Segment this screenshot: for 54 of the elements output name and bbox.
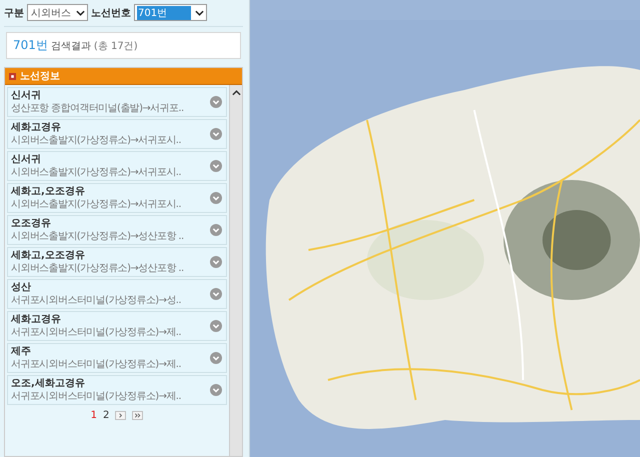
page-link[interactable]: 1 <box>90 410 97 421</box>
route-item[interactable]: 성산 서귀포시외버스터미널(가상정류소)→성.. <box>7 279 227 309</box>
panel-title: 노선정보 <box>20 70 60 83</box>
route-description: 시외버스출발지(가상정류소)→성산포항 .. <box>11 230 185 243</box>
route-description: 서귀포시외버스터미널(가상정류소)→제.. <box>11 390 182 403</box>
expand-icon[interactable] <box>210 256 222 268</box>
route-item[interactable]: 세화고,오조경유 시외버스출발지(가상정류소)→성산포항 .. <box>7 247 227 277</box>
route-description: 서귀포시외버스터미널(가상정류소)→제.. <box>11 358 182 371</box>
expand-icon[interactable] <box>210 384 222 396</box>
route-name: 신서귀 <box>11 89 42 102</box>
route-item[interactable]: 신서귀 성산포항 종합여객터미널(출발)→서귀포.. <box>7 87 227 117</box>
page-link[interactable]: 2 <box>103 410 110 421</box>
route-number-label: 노선번호 <box>91 6 131 20</box>
route-description: 서귀포시외버스터미널(가상정류소)→성.. <box>11 294 182 307</box>
route-description: 서귀포시외버스터미널(가상정류소)→제.. <box>11 326 182 339</box>
route-description: 시외버스출발지(가상정류소)→서귀포시.. <box>11 166 182 179</box>
route-name: 제주 <box>11 345 32 358</box>
route-item[interactable]: 세화고경유 서귀포시외버스터미널(가상정류소)→제.. <box>7 311 227 341</box>
next-page-icon[interactable] <box>115 411 126 420</box>
route-description: 성산포항 종합여객터미널(출발)→서귀포.. <box>11 102 185 115</box>
expand-icon[interactable] <box>210 192 222 204</box>
route-description: 시외버스출발지(가상정류소)→서귀포시.. <box>11 134 182 147</box>
result-route: 701번 <box>13 37 48 54</box>
expand-icon[interactable] <box>210 96 222 108</box>
route-name: 세화고,오조경유 <box>11 249 86 262</box>
route-item[interactable]: 신서귀 시외버스출발지(가상정류소)→서귀포시.. <box>7 151 227 181</box>
expand-icon[interactable] <box>210 160 222 172</box>
route-name: 세화고경유 <box>11 121 62 134</box>
expand-icon[interactable] <box>210 128 222 140</box>
route-name: 오조경유 <box>11 217 52 230</box>
route-name: 신서귀 <box>11 153 42 166</box>
route-item[interactable]: 오조,세화고경유 서귀포시외버스터미널(가상정류소)→제.. <box>7 375 227 405</box>
route-item[interactable]: 제주 서귀포시외버스터미널(가상정류소)→제.. <box>7 343 227 373</box>
route-item[interactable]: 오조경유 시외버스출발지(가상정류소)→성산포항 .. <box>7 215 227 245</box>
route-name: 세화고경유 <box>11 313 62 326</box>
category-label: 구분 <box>4 6 24 20</box>
expand-icon[interactable] <box>210 320 222 332</box>
result-count: (총 17건) <box>94 40 138 53</box>
route-name: 오조,세화고경유 <box>11 377 86 390</box>
last-page-icon[interactable] <box>132 411 144 420</box>
route-description: 시외버스출발지(가상정류소)→성산포항 .. <box>11 262 185 275</box>
expand-icon[interactable] <box>210 224 222 236</box>
scroll-up-icon[interactable] <box>232 90 240 96</box>
route-description: 시외버스출발지(가상정류소)→서귀포시.. <box>11 198 182 211</box>
result-label: 검색결과 <box>50 40 91 53</box>
category-select[interactable]: 시외버스 <box>27 4 88 21</box>
scrollbar[interactable] <box>229 85 242 456</box>
expand-icon[interactable] <box>210 288 222 300</box>
expand-icon[interactable] <box>210 352 222 364</box>
route-item[interactable]: 세화고,오조경유 시외버스출발지(가상정류소)→서귀포시.. <box>7 183 227 213</box>
route-name: 세화고,오조경유 <box>11 185 86 198</box>
bullet-icon <box>9 72 16 80</box>
route-item[interactable]: 세화고경유 시외버스출발지(가상정류소)→서귀포시.. <box>7 119 227 149</box>
route-name: 성산 <box>11 281 32 294</box>
